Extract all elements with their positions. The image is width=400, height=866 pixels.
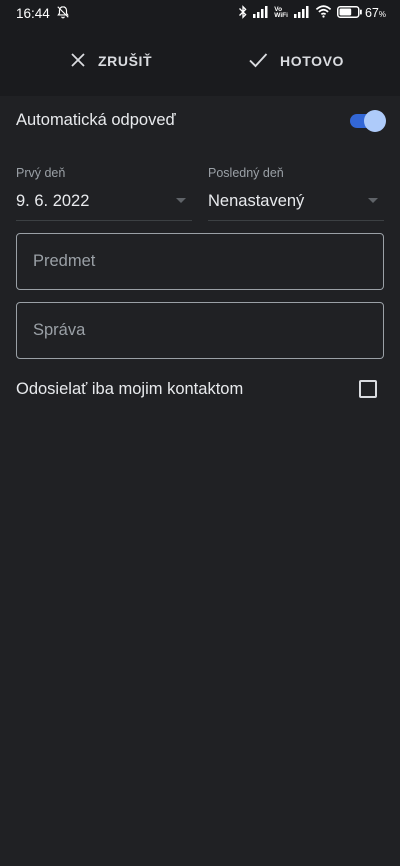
signal-icon xyxy=(253,5,269,21)
status-time: 16:44 xyxy=(16,5,50,21)
status-left: 16:44 xyxy=(16,5,70,22)
action-bar: ZRUŠIŤ HOTOVO xyxy=(0,26,400,96)
bluetooth-icon xyxy=(238,4,248,22)
check-icon xyxy=(248,52,268,71)
signal-icon xyxy=(293,5,310,21)
auto-reply-toggle[interactable] xyxy=(350,110,386,132)
status-right: Vo WiFi 67% xyxy=(238,4,386,22)
contacts-only-checkbox[interactable] xyxy=(359,380,377,398)
vowifi-wifi: WiFi xyxy=(274,12,288,19)
close-icon xyxy=(70,52,86,71)
dropdown-arrow-icon xyxy=(368,198,378,203)
last-day-label: Posledný deň xyxy=(208,166,284,180)
contacts-only-label: Odosielať iba mojim kontaktom xyxy=(16,379,244,398)
cancel-button[interactable]: ZRUŠIŤ xyxy=(70,26,152,96)
wifi-icon xyxy=(315,5,332,21)
battery-percent-value: 67 xyxy=(364,6,379,20)
status-bar: 16:44 Vo WiFi 67% xyxy=(0,0,400,26)
vowifi-indicator: Vo WiFi xyxy=(274,6,288,19)
first-day-label: Prvý deň xyxy=(16,166,66,180)
toggle-thumb xyxy=(364,110,386,132)
muted-bell-icon xyxy=(56,5,70,22)
first-day-value: 9. 6. 2022 xyxy=(16,192,90,210)
battery-icon xyxy=(336,5,362,21)
first-day-select[interactable]: Prvý deň 9. 6. 2022 xyxy=(16,164,192,221)
battery-percent-unit: % xyxy=(378,10,386,19)
done-button[interactable]: HOTOVO xyxy=(248,26,344,96)
auto-reply-row: Automatická odpoveď xyxy=(16,96,386,144)
cancel-label: ZRUŠIŤ xyxy=(98,53,153,69)
auto-reply-label: Automatická odpoveď xyxy=(16,110,176,129)
battery-percent: 67% xyxy=(365,6,386,20)
last-day-value: Nenastavený xyxy=(208,192,305,210)
dropdown-arrow-icon xyxy=(176,198,186,203)
subject-input[interactable] xyxy=(16,233,384,290)
contacts-only-row: Odosielať iba mojim kontaktom xyxy=(16,366,384,412)
message-input[interactable] xyxy=(16,302,384,359)
battery-indicator: 67% xyxy=(336,5,386,21)
last-day-select[interactable]: Posledný deň Nenastavený xyxy=(208,164,384,221)
done-label: HOTOVO xyxy=(280,53,345,69)
